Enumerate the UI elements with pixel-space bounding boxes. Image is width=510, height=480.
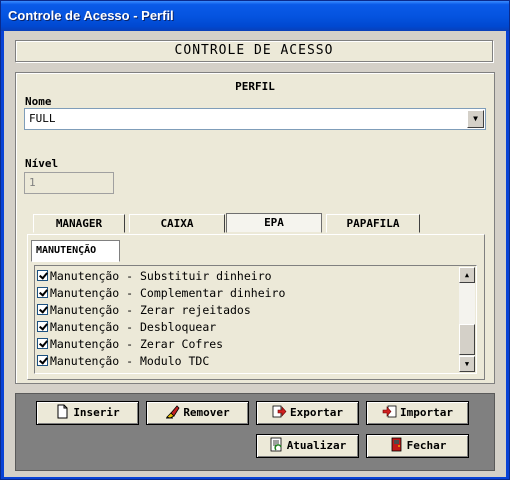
scroll-up-icon[interactable]: ▲	[459, 267, 475, 283]
vertical-scrollbar[interactable]: ▲ ▼	[459, 267, 475, 372]
checkbox[interactable]	[37, 355, 48, 366]
nome-value: FULL	[29, 112, 56, 125]
chevron-down-icon[interactable]: ▼	[467, 110, 484, 128]
window: Controle de Acesso - Perfil CONTROLE DE …	[0, 0, 510, 480]
atualizar-button[interactable]: Atualizar	[256, 434, 359, 458]
new-document-icon	[57, 404, 68, 419]
exit-door-icon	[391, 437, 402, 452]
import-arrow-icon	[382, 405, 397, 418]
nivel-label: Nível	[25, 157, 59, 170]
nome-label: Nome	[25, 95, 52, 108]
list-item[interactable]: Manutenção - Complementar dinheiro	[35, 285, 476, 302]
tab-manager[interactable]: MANAGER	[33, 214, 125, 233]
inserir-button[interactable]: Inserir	[36, 401, 139, 425]
nome-select[interactable]: FULL ▼	[24, 108, 486, 130]
list-item[interactable]: Manutenção - Modulo TDC	[35, 353, 476, 370]
profile-panel: PERFIL Nome FULL ▼ Nível 1 MANAGER CAIXA…	[15, 72, 495, 384]
checkbox[interactable]	[37, 321, 48, 332]
refresh-document-icon	[270, 437, 282, 452]
exportar-button[interactable]: Exportar	[256, 401, 359, 425]
remover-button[interactable]: Remover	[146, 401, 249, 425]
checkbox[interactable]	[37, 338, 48, 349]
tab-epa[interactable]: EPA	[226, 213, 322, 233]
window-title[interactable]: Controle de Acesso - Perfil	[1, 1, 509, 31]
export-arrow-icon	[272, 405, 287, 418]
page-title: CONTROLE DE ACESSO	[15, 40, 493, 62]
section-title: PERFIL	[235, 80, 275, 93]
eraser-icon	[166, 405, 180, 419]
list-item[interactable]: Manutenção - Desbloquear	[35, 319, 476, 336]
checkbox[interactable]	[37, 304, 48, 315]
button-panel: Inserir Remover Exportar Importar Atuali…	[15, 393, 495, 471]
importar-button[interactable]: Importar	[366, 401, 469, 425]
list-item[interactable]: Manutenção - Zerar rejeitados	[35, 302, 476, 319]
tab-panel-epa: MANUTENÇÃO Manutenção - Substituir dinhe…	[27, 234, 485, 380]
permission-list[interactable]: Manutenção - Substituir dinheiro Manuten…	[34, 265, 477, 374]
list-item[interactable]: Manutenção - Zerar Cofres	[35, 336, 476, 353]
scroll-down-icon[interactable]: ▼	[459, 356, 475, 372]
window-client-area: CONTROLE DE ACESSO PERFIL Nome FULL ▼ Ní…	[4, 31, 506, 477]
list-item[interactable]: Manutenção - Substituir dinheiro	[35, 268, 476, 285]
subtab-manutencao[interactable]: MANUTENÇÃO	[31, 240, 120, 262]
scroll-thumb[interactable]	[459, 324, 475, 355]
nivel-field: 1	[24, 172, 114, 194]
checkbox[interactable]	[37, 270, 48, 281]
tab-papafila[interactable]: PAPAFILA	[326, 214, 420, 233]
tab-caixa[interactable]: CAIXA	[129, 214, 225, 233]
fechar-button[interactable]: Fechar	[366, 434, 469, 458]
checkbox[interactable]	[37, 287, 48, 298]
